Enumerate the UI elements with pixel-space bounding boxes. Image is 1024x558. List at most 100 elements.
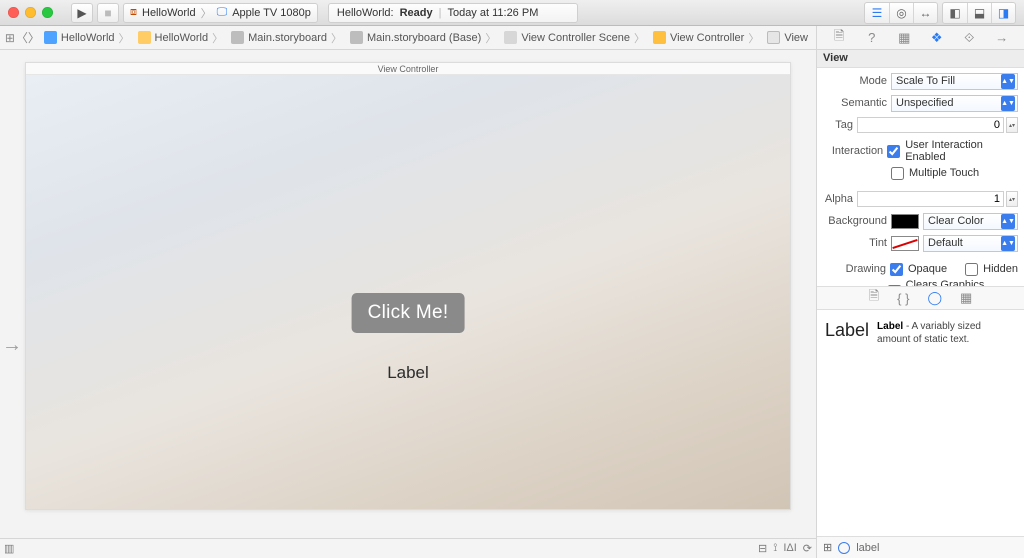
- close-window-icon[interactable]: [8, 7, 19, 18]
- panel-toggle-segmented[interactable]: ◧ ⬓ ◨: [942, 2, 1016, 24]
- quick-help-icon[interactable]: ?: [862, 28, 882, 48]
- tint-label: Tint: [823, 237, 887, 249]
- minimize-window-icon[interactable]: [25, 7, 36, 18]
- scene-title-bar[interactable]: View Controller: [26, 63, 790, 75]
- pin-tool-icon[interactable]: ⟟: [773, 542, 777, 555]
- library-filter-icon[interactable]: [838, 542, 850, 554]
- initial-viewcontroller-arrow-icon[interactable]: →: [2, 334, 22, 357]
- file-inspector-icon[interactable]: 🗎: [829, 28, 849, 48]
- status-state: Ready: [400, 7, 433, 19]
- project-icon: [44, 31, 57, 44]
- attributes-inspector-panel: View Mode Scale To Fill▲▼ Semantic Unspe…: [816, 50, 1024, 558]
- interaction-label: Interaction: [823, 145, 883, 157]
- media-library-icon[interactable]: ▦: [960, 290, 972, 306]
- code-snippet-library-icon[interactable]: { }: [897, 291, 909, 306]
- background-select[interactable]: Clear Color▲▼: [923, 213, 1018, 230]
- library-label-thumb: Label: [825, 320, 869, 341]
- crumb-viewcontroller[interactable]: View Controller〉: [649, 30, 763, 46]
- inspector-section-header: View: [817, 50, 1024, 68]
- crumb-folder[interactable]: HelloWorld〉: [134, 30, 228, 46]
- scene-icon: [504, 31, 517, 44]
- crumb-scene[interactable]: View Controller Scene〉: [500, 30, 649, 46]
- nav-back-icon[interactable]: 〈: [16, 26, 28, 49]
- semantic-select[interactable]: Unspecified▲▼: [891, 95, 1018, 112]
- library-tab-bar: 🗎 { } ◯ ▦: [817, 286, 1024, 310]
- jump-bar-row: ⊞ 〈 〉 HelloWorld〉 HelloWorld〉 Main.story…: [0, 26, 1024, 50]
- jump-bar[interactable]: ⊞ 〈 〉 HelloWorld〉 HelloWorld〉 Main.story…: [0, 26, 816, 49]
- root-view[interactable]: Click Me! Label: [26, 75, 790, 509]
- document-outline-toggle-icon[interactable]: ▥: [4, 542, 14, 555]
- related-items-icon[interactable]: ⊞: [4, 26, 16, 49]
- placeholder-label[interactable]: Label: [387, 363, 429, 383]
- stop-button[interactable]: ■: [97, 3, 119, 23]
- chevron-updown-icon: ▲▼: [1001, 236, 1015, 251]
- toggle-navigator-icon[interactable]: ◧: [943, 3, 967, 23]
- stepper-icon[interactable]: ▴▾: [1006, 117, 1018, 133]
- multiple-touch-checkbox[interactable]: Multiple Touch: [891, 167, 979, 180]
- view-icon: [767, 31, 780, 44]
- nav-forward-icon[interactable]: 〉: [28, 26, 40, 49]
- toggle-inspector-icon[interactable]: ◨: [991, 3, 1015, 23]
- crumb-project[interactable]: HelloWorld〉: [40, 30, 134, 46]
- alpha-label: Alpha: [823, 193, 853, 205]
- storyboard-icon: [350, 31, 363, 44]
- tint-swatch[interactable]: [891, 236, 919, 251]
- toggle-debug-icon[interactable]: ⬓: [967, 3, 991, 23]
- canvas-footer-toolbar: ▥ ⊟ ⟟ ΙΔΙ ⟳: [0, 538, 816, 558]
- hidden-checkbox[interactable]: Hidden: [965, 263, 1018, 276]
- scheme-project-label: HelloWorld: [142, 7, 196, 19]
- editor-mode-segmented[interactable]: ☰ ◎ ↔: [864, 2, 938, 24]
- status-project: HelloWorld:: [337, 7, 394, 19]
- folder-icon: [138, 31, 151, 44]
- mode-label: Mode: [823, 75, 887, 87]
- stepper-icon[interactable]: ▴▾: [1006, 191, 1018, 207]
- scheme-target-label: Apple TV 1080p: [232, 7, 311, 19]
- resizing-tool-icon[interactable]: ⟳: [803, 542, 812, 555]
- resolve-issues-icon[interactable]: ΙΔΙ: [783, 542, 796, 555]
- standard-editor-icon[interactable]: ☰: [865, 3, 889, 23]
- library-grid-toggle-icon[interactable]: ⊞: [823, 541, 832, 554]
- crumb-storyboard-base[interactable]: Main.storyboard (Base)〉: [346, 30, 500, 46]
- identity-inspector-icon[interactable]: ▦: [894, 28, 914, 48]
- status-time: Today at 11:26 PM: [447, 7, 538, 19]
- library-result-item[interactable]: Label Label - A variably sized amount of…: [817, 310, 1024, 536]
- size-inspector-icon[interactable]: ⟐: [959, 28, 979, 48]
- align-tool-icon[interactable]: ⊟: [758, 542, 767, 555]
- crumb-storyboard[interactable]: Main.storyboard〉: [227, 30, 346, 46]
- library-footer: ⊞ label: [817, 536, 1024, 558]
- mode-select[interactable]: Scale To Fill▲▼: [891, 73, 1018, 90]
- main-toolbar: ▶ ■ ⧈ HelloWorld 〉 🖵 Apple TV 1080p Hell…: [0, 0, 1024, 26]
- window-traffic-lights: [8, 7, 53, 18]
- library-label-desc: Label - A variably sized amount of stati…: [877, 320, 1016, 346]
- tag-label: Tag: [823, 119, 853, 131]
- storyboard-icon: [231, 31, 244, 44]
- file-template-library-icon[interactable]: 🗎: [869, 287, 879, 309]
- interface-builder-canvas[interactable]: → View Controller Click Me! Label ▥ ⊟ ⟟ …: [0, 50, 816, 558]
- tag-field[interactable]: [857, 117, 1004, 133]
- chevron-updown-icon: ▲▼: [1001, 96, 1015, 111]
- inspector-tab-bar: 🗎 ? ▦ ❖ ⟐ →: [816, 26, 1024, 49]
- scene-container[interactable]: View Controller Click Me! Label: [25, 62, 791, 510]
- version-editor-icon[interactable]: ↔: [913, 3, 937, 23]
- object-library-icon[interactable]: ◯: [927, 290, 942, 306]
- run-button[interactable]: ▶: [71, 3, 93, 23]
- clears-graphics-checkbox[interactable]: Clears Graphics Context: [888, 279, 1018, 286]
- tint-select[interactable]: Default▲▼: [923, 235, 1018, 252]
- alpha-field[interactable]: [857, 191, 1004, 207]
- activity-status: HelloWorld: Ready | Today at 11:26 PM: [328, 3, 578, 23]
- assistant-editor-icon[interactable]: ◎: [889, 3, 913, 23]
- scheme-selector[interactable]: ⧈ HelloWorld 〉 🖵 Apple TV 1080p: [123, 3, 318, 23]
- drawing-label: Drawing: [823, 263, 886, 275]
- chevron-updown-icon: ▲▼: [1001, 214, 1015, 229]
- connections-inspector-icon[interactable]: →: [992, 28, 1012, 48]
- opaque-checkbox[interactable]: Opaque: [890, 263, 947, 276]
- background-swatch[interactable]: [891, 214, 919, 229]
- user-interaction-checkbox[interactable]: User Interaction Enabled: [887, 139, 1018, 163]
- attributes-inspector-icon[interactable]: ❖: [927, 28, 947, 48]
- background-label: Background: [823, 215, 887, 227]
- semantic-label: Semantic: [823, 97, 887, 109]
- crumb-view[interactable]: View: [763, 31, 812, 44]
- click-me-button[interactable]: Click Me!: [352, 293, 465, 333]
- library-search-text[interactable]: label: [856, 542, 879, 554]
- zoom-window-icon[interactable]: [42, 7, 53, 18]
